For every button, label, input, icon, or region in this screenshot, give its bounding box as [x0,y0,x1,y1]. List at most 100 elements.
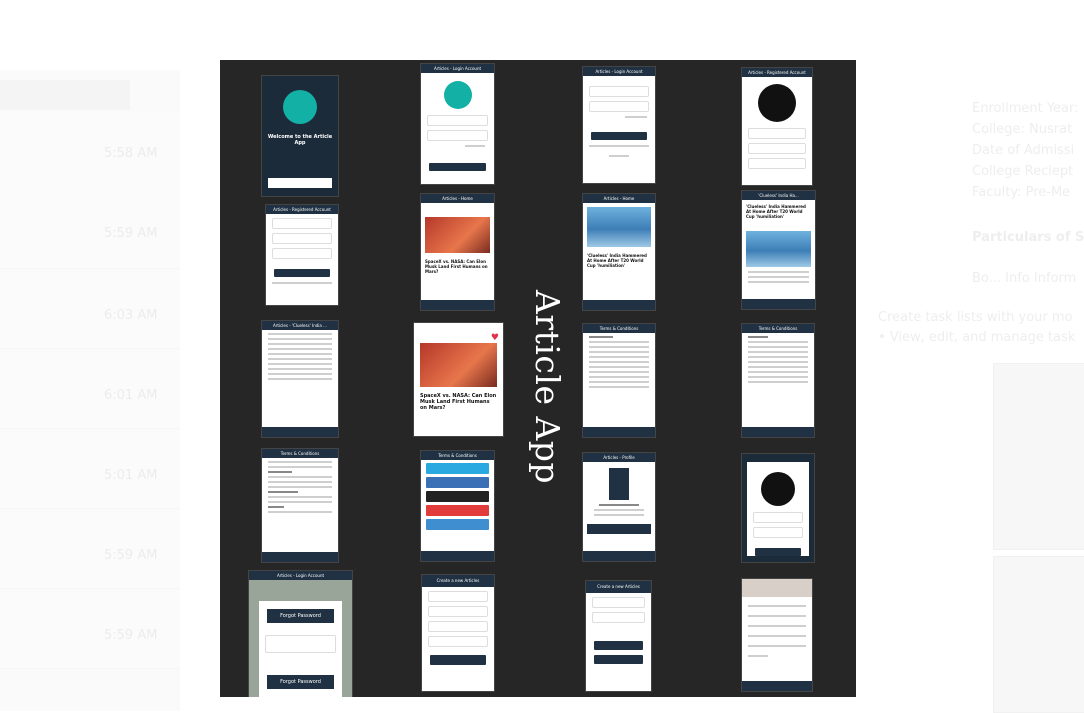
image-field[interactable] [428,636,488,647]
password-field[interactable] [427,130,488,141]
linkedin-button[interactable] [426,477,489,488]
email-field[interactable] [427,115,488,126]
name-field[interactable] [753,512,803,523]
description-field[interactable] [753,527,803,538]
register-button[interactable] [274,269,330,277]
password-field[interactable] [748,158,806,169]
forgot-link[interactable] [625,116,647,118]
password-field[interactable] [589,101,649,112]
bottom-nav[interactable] [742,681,812,691]
background-time: 5:59 AM [104,628,158,643]
article-headline[interactable]: 'Clueless' India Hammered At Home After … [583,251,655,270]
background-thumbnail-panel [993,363,1084,550]
background-row: 5:58 AM [0,112,180,191]
title-field[interactable] [428,591,488,602]
app-bar: Articles - Login Account [421,64,494,73]
bottom-nav[interactable] [262,427,338,437]
forgot-title: Forgot Password [267,609,334,623]
drawer-header-image [742,579,812,597]
article-image[interactable] [587,207,651,247]
upload-post-button[interactable] [430,655,486,665]
name-field[interactable] [748,128,806,139]
create-title: Create a new Articles [422,575,494,587]
edit-button[interactable] [587,524,651,534]
bottom-nav[interactable] [742,427,814,437]
background-search-bar [0,80,130,110]
email-field[interactable] [265,635,336,653]
heart-icon[interactable]: ♥ [491,333,499,343]
stay-link[interactable] [609,155,629,157]
login-screen-2: Articles - Login Account [582,66,656,184]
app-bar: Terms & Conditions [742,324,814,333]
article-headline[interactable]: SpaceX vs. NASA: Can Elon Musk Land Firs… [414,391,503,413]
welcome-screen: Welcome to the Article App [261,75,339,197]
upload-profile-avatar[interactable] [758,84,796,122]
app-bar: Articles - Home [583,194,655,203]
forgot-password-button[interactable]: Forgot Password [267,675,334,689]
email-field[interactable] [748,143,806,154]
title-field[interactable] [592,597,645,608]
drawer-item-home[interactable] [748,605,806,607]
bottom-nav[interactable] [421,300,494,310]
github-button[interactable] [426,491,489,502]
content-field[interactable] [428,621,488,632]
background-task-text: • View, edit, and manage task [878,330,1076,345]
bottom-nav[interactable] [583,300,655,310]
email-field[interactable] [272,233,332,244]
background-text: College: Nusrat [972,122,1073,137]
password-field[interactable] [272,248,332,259]
background-time: 5:01 AM [104,468,158,483]
email-field[interactable] [589,86,649,97]
forgot-link[interactable] [465,145,485,147]
article-logo-icon [283,90,317,124]
background-time: 5:59 AM [104,548,158,563]
background-time: 5:58 AM [104,146,158,161]
article-image[interactable] [425,217,490,253]
background-row: 5:59 AM [0,190,180,269]
featured-article-card[interactable]: ♥ SpaceX vs. NASA: Can Elon Musk Land Fi… [413,322,504,437]
login-button[interactable] [591,132,647,140]
bottom-nav[interactable] [421,551,494,561]
app-bar: Articles - Profile [583,453,655,462]
update-button[interactable] [755,548,801,556]
app-bar: Articles - Home [421,194,494,203]
create-article-screen: Create a new Articles [421,574,495,692]
drawer-item-terms[interactable] [748,645,806,647]
twitter-button[interactable] [426,463,489,474]
upload-profile-avatar[interactable] [761,472,795,506]
bottom-nav[interactable] [742,299,815,309]
terms-screen-2: Terms & Conditions [741,323,815,438]
drawer-item-new-articles[interactable] [748,625,806,627]
background-text: College Reciept [972,164,1074,179]
create-title: Create a new Articles [586,581,651,593]
article-image[interactable] [420,343,497,387]
update-post-button[interactable] [594,655,643,664]
social-links-screen: Terms & Conditions [420,450,495,562]
article-headline[interactable]: SpaceX vs. NASA: Can Elon Musk Land Firs… [421,257,494,276]
background-row: 5:59 AM [0,510,180,589]
bottom-nav[interactable] [583,427,655,437]
drawer-item-logout[interactable] [748,655,768,657]
background-row: 6:01 AM [0,350,180,429]
app-bar: Articles - Registered Account [742,68,812,77]
login-button[interactable] [429,163,486,171]
article-logo-icon [443,81,472,109]
login-link[interactable] [272,282,332,284]
bottom-nav[interactable] [583,551,655,561]
category-field[interactable] [592,612,645,623]
category-field[interactable] [428,606,488,617]
background-row: 6:03 AM [0,270,180,349]
youtube-button[interactable] [426,505,489,516]
article-headline: 'Clueless' India Hammered At Home After … [746,204,806,219]
background-thumbnail-panel [993,556,1084,713]
signup-link[interactable] [589,145,649,147]
web-button[interactable] [426,519,489,530]
name-field[interactable] [272,218,332,229]
next-button[interactable] [268,178,332,188]
drawer-item-my-articles[interactable] [748,615,806,617]
upload-post-button[interactable] [594,641,643,650]
drawer-item-profile[interactable] [748,635,806,637]
register-screen: Articles - Registered Account [265,204,339,306]
background-row: 5:01 AM [0,430,180,509]
bottom-nav[interactable] [262,552,338,562]
